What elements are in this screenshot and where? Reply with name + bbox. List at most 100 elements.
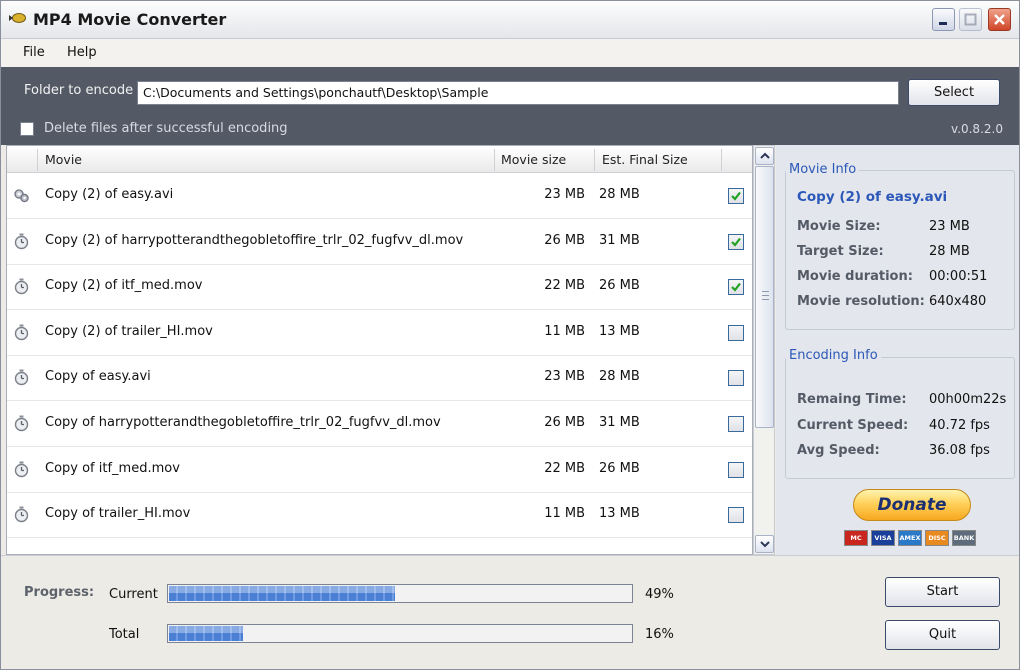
current-speed-value: 40.72 fps bbox=[929, 418, 990, 433]
start-button[interactable]: Start bbox=[885, 577, 1000, 607]
gears-icon bbox=[13, 187, 30, 204]
donate-label: Donate bbox=[877, 495, 947, 515]
movie-name: Copy of itf_med.mov bbox=[45, 460, 180, 476]
stopwatch-icon bbox=[13, 415, 30, 432]
movie-name: Copy of harrypotterandthegobletoffire_tr… bbox=[45, 415, 441, 430]
maximize-button[interactable] bbox=[959, 8, 982, 31]
quit-button[interactable]: Quit bbox=[885, 620, 1000, 650]
movie-size-value: 23 MB bbox=[929, 219, 970, 234]
movie-size: 22 MB bbox=[544, 460, 585, 476]
app-logo-icon bbox=[9, 13, 26, 23]
row-checkbox[interactable] bbox=[728, 507, 744, 524]
discover-icon: DISC bbox=[925, 530, 949, 546]
folder-path-input[interactable]: C:\Documents and Settings\ponchautf\Desk… bbox=[137, 81, 899, 105]
movie-size: 11 MB bbox=[544, 323, 585, 339]
row-checkbox[interactable] bbox=[728, 370, 744, 387]
movie-duration-value: 00:00:51 bbox=[929, 269, 988, 284]
progress-label: Progress: bbox=[24, 585, 95, 600]
delete-files-label: Delete files after successful encoding bbox=[44, 121, 288, 136]
target-size-label: Target Size: bbox=[797, 244, 884, 259]
window-title: MP4 Movie Converter bbox=[33, 10, 227, 29]
mastercard-icon: MC bbox=[844, 530, 868, 546]
movie-resolution-value: 640x480 bbox=[929, 294, 987, 309]
movie-resolution-label: Movie resolution: bbox=[797, 294, 925, 309]
app-window: MP4 Movie Converter File Help Folder to … bbox=[0, 0, 1020, 670]
row-checkbox[interactable] bbox=[728, 233, 744, 250]
minimize-button[interactable] bbox=[932, 8, 955, 31]
movie-row[interactable]: Copy (2) of easy.avi 23 MB 28 MB bbox=[7, 173, 752, 219]
movie-row[interactable]: Copy (2) of trailer_HI.mov 11 MB 13 MB bbox=[7, 310, 752, 356]
donate-button[interactable]: Donate bbox=[853, 489, 971, 521]
remaining-time-label: Remaing Time: bbox=[797, 392, 907, 407]
est-final-size: 31 MB bbox=[599, 415, 640, 430]
movie-name: Copy (2) of easy.avi bbox=[45, 187, 174, 202]
movie-row[interactable]: Copy (2) of harrypotterandthegobletoffir… bbox=[7, 219, 752, 265]
scroll-up-button[interactable] bbox=[755, 147, 774, 165]
column-movie-size[interactable]: Movie size bbox=[501, 152, 566, 167]
est-final-size: 13 MB bbox=[599, 323, 640, 339]
target-size-value: 28 MB bbox=[929, 244, 970, 259]
title-bar[interactable]: MP4 Movie Converter bbox=[1, 1, 1019, 39]
progress-area: Progress: Current 49% Total 16% Start Qu… bbox=[1, 555, 1019, 669]
movie-duration-label: Movie duration: bbox=[797, 269, 913, 284]
movie-row[interactable]: Copy of easy.avi 23 MB 28 MB bbox=[7, 355, 752, 402]
row-checkbox[interactable] bbox=[728, 461, 744, 478]
movie-size: 22 MB bbox=[544, 278, 585, 294]
select-folder-button[interactable]: Select bbox=[908, 79, 1000, 106]
est-final-size: 26 MB bbox=[599, 460, 640, 476]
stopwatch-icon bbox=[13, 461, 30, 478]
visa-icon: VISA bbox=[871, 530, 895, 546]
selected-movie-name: Copy (2) of easy.avi bbox=[797, 189, 948, 205]
row-checkbox[interactable] bbox=[728, 324, 744, 341]
movie-size: 23 MB bbox=[544, 369, 585, 385]
movie-row[interactable]: Copy of itf_med.mov 22 MB 26 MB bbox=[7, 447, 752, 493]
movie-size: 23 MB bbox=[544, 187, 585, 202]
list-header: Movie Movie size Est. Final Size bbox=[7, 146, 752, 173]
scroll-grip-icon bbox=[762, 291, 769, 300]
stopwatch-icon bbox=[13, 506, 30, 523]
menu-file[interactable]: File bbox=[23, 45, 45, 60]
close-button[interactable] bbox=[988, 8, 1011, 31]
column-divider bbox=[37, 149, 38, 171]
menu-help[interactable]: Help bbox=[67, 45, 97, 60]
total-progress-percent: 16% bbox=[645, 627, 674, 642]
movie-info-title: Movie Info bbox=[786, 162, 860, 177]
est-final-size: 31 MB bbox=[599, 232, 640, 248]
movie-name: Copy (2) of harrypotterandthegobletoffir… bbox=[45, 232, 464, 248]
avg-speed-label: Avg Speed: bbox=[797, 443, 880, 458]
column-est-final-size[interactable]: Est. Final Size bbox=[602, 152, 688, 167]
stopwatch-icon bbox=[13, 233, 30, 250]
row-checkbox[interactable] bbox=[728, 416, 744, 432]
movie-row[interactable]: Copy of harrypotterandthegobletoffire_tr… bbox=[7, 401, 752, 447]
total-progress-bar bbox=[167, 624, 633, 643]
chevron-up-icon bbox=[760, 152, 770, 159]
movie-size-label: Movie Size: bbox=[797, 219, 881, 234]
scroll-down-button[interactable] bbox=[755, 535, 774, 553]
column-movie[interactable]: Movie bbox=[45, 152, 82, 167]
scroll-thumb[interactable] bbox=[755, 166, 774, 428]
current-progress-label: Current bbox=[109, 587, 158, 602]
close-icon bbox=[994, 14, 1005, 25]
movie-row[interactable]: Copy (2) of itf_med.mov 22 MB 26 MB bbox=[7, 264, 752, 311]
stopwatch-icon bbox=[13, 324, 30, 341]
movie-list: Movie Movie size Est. Final Size Copy (2… bbox=[6, 145, 753, 555]
current-progress-fill bbox=[169, 586, 396, 601]
bank-icon: BANK bbox=[952, 530, 976, 546]
current-progress-percent: 49% bbox=[645, 587, 674, 602]
movie-name: Copy (2) of itf_med.mov bbox=[45, 278, 203, 294]
movie-size: 26 MB bbox=[544, 232, 585, 248]
movie-row[interactable]: Copy of trailer_HI.mov 11 MB 13 MB bbox=[7, 492, 752, 539]
version-label: v.0.8.2.0 bbox=[951, 122, 1003, 136]
row-checkbox[interactable] bbox=[728, 188, 744, 204]
row-checkbox[interactable] bbox=[728, 279, 744, 296]
column-divider bbox=[721, 149, 722, 171]
est-final-size: 13 MB bbox=[599, 506, 640, 522]
movie-size: 26 MB bbox=[544, 415, 585, 430]
delete-files-checkbox[interactable] bbox=[20, 122, 34, 136]
amex-icon: AMEX bbox=[898, 530, 922, 546]
list-scrollbar[interactable] bbox=[753, 145, 775, 555]
stopwatch-icon bbox=[13, 369, 30, 386]
est-final-size: 28 MB bbox=[599, 369, 640, 385]
total-progress-fill bbox=[169, 626, 243, 641]
column-divider bbox=[594, 149, 595, 171]
